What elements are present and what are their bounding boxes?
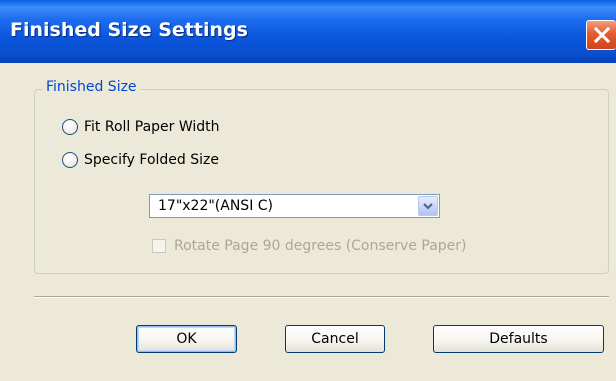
specify-folded-size-option[interactable]: Specify Folded Size [62, 150, 219, 170]
cancel-button[interactable]: Cancel [285, 325, 385, 353]
separator-line [34, 296, 609, 298]
folded-size-dropdown[interactable]: 17"x22"(ANSI C) [149, 194, 440, 218]
rotate-page-checkbox[interactable] [152, 239, 166, 253]
finished-size-group-label: Finished Size [43, 79, 140, 95]
dialog-title: Finished Size Settings [10, 19, 248, 41]
rotate-page-option[interactable]: Rotate Page 90 degrees (Conserve Paper) [152, 237, 467, 255]
rotate-page-label: Rotate Page 90 degrees (Conserve Paper) [174, 238, 467, 254]
defaults-button[interactable]: Defaults [433, 325, 604, 353]
fit-roll-paper-width-radio[interactable] [62, 119, 78, 135]
fit-roll-paper-width-option[interactable]: Fit Roll Paper Width [62, 117, 220, 137]
close-button[interactable] [586, 20, 616, 50]
finished-size-dialog: Finished Size Settings Finished Size Fit… [0, 0, 616, 381]
folded-size-selected-value: 17"x22"(ANSI C) [158, 198, 274, 214]
title-bar[interactable]: Finished Size Settings [0, 0, 616, 63]
dropdown-arrow-button[interactable] [418, 196, 438, 216]
close-x-icon [594, 27, 610, 43]
chevron-down-icon [423, 203, 433, 210]
ok-button[interactable]: OK [136, 325, 237, 353]
fit-roll-paper-width-label[interactable]: Fit Roll Paper Width [84, 119, 220, 135]
specify-folded-size-radio[interactable] [62, 152, 78, 168]
specify-folded-size-label[interactable]: Specify Folded Size [84, 152, 219, 168]
